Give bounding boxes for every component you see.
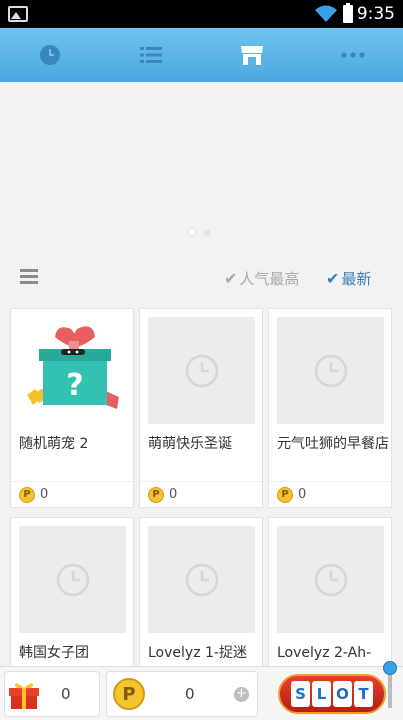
- battery-icon: [343, 3, 353, 23]
- clock-time: 9:35: [356, 4, 395, 24]
- slot-letter: T: [354, 681, 373, 707]
- item-price-value: 0: [298, 487, 307, 502]
- item-thumbnail: [19, 526, 126, 633]
- slot-letter: L: [312, 681, 331, 707]
- add-coins-icon[interactable]: +: [234, 687, 249, 702]
- tab-more[interactable]: [302, 28, 403, 82]
- item-name: Lovelyz 1-捉迷: [148, 645, 247, 661]
- tab-store[interactable]: [202, 28, 303, 82]
- clock-placeholder-icon: [185, 354, 218, 387]
- gift-counter[interactable]: 0: [4, 671, 100, 717]
- image-notification-icon: [8, 6, 28, 22]
- coin-icon: P: [19, 486, 35, 503]
- item-price-value: 0: [169, 487, 178, 502]
- wifi-icon: [315, 5, 337, 22]
- top-nav: [0, 28, 403, 82]
- coin-icon: P: [148, 486, 164, 503]
- tab-recent[interactable]: [0, 28, 101, 82]
- slot-button[interactable]: S L O T: [278, 674, 386, 714]
- gift-box-icon: [9, 683, 39, 709]
- coin-counter[interactable]: P 0 +: [106, 671, 258, 717]
- sort-latest[interactable]: ✔ 最新: [326, 268, 371, 289]
- item-thumbnail: [277, 526, 384, 633]
- sort-latest-label: 最新: [341, 270, 372, 288]
- list-icon: [140, 47, 163, 63]
- clock-placeholder-icon: [185, 563, 218, 596]
- menu-icon[interactable]: [20, 269, 38, 285]
- svg-text:?: ?: [66, 368, 83, 403]
- item-price: P 0: [11, 481, 133, 507]
- sort-popular-label: 人气最高: [239, 270, 300, 288]
- banner-carousel[interactable]: [0, 82, 403, 248]
- coin-icon: P: [113, 678, 145, 710]
- item-name: Lovelyz 2-Ah-: [277, 645, 372, 661]
- item-name: 元气吐狮的早餐店: [277, 436, 389, 452]
- filter-bar: ✔ 人气最高 ✔ 最新: [0, 258, 403, 298]
- mystery-gift-icon: ?: [26, 325, 119, 409]
- slot-letter: O: [333, 681, 352, 707]
- item-thumbnail: [148, 317, 255, 424]
- carousel-dot: [204, 229, 211, 236]
- clock-placeholder-icon: [56, 563, 89, 596]
- item-thumbnail: [148, 526, 255, 633]
- more-icon: [341, 52, 365, 58]
- clock-placeholder-icon: [314, 563, 347, 596]
- store-icon: [240, 46, 263, 65]
- check-icon: ✔: [326, 269, 340, 288]
- clock-placeholder-icon: [314, 354, 347, 387]
- item-price: P 0: [140, 481, 262, 507]
- item-name: 韩国女子团: [19, 645, 89, 661]
- coin-count: 0: [185, 685, 195, 703]
- item-card[interactable]: ? 随机萌宠 2 P 0: [10, 308, 134, 508]
- slot-letter: S: [291, 681, 310, 707]
- item-price: P 0: [269, 481, 391, 507]
- coin-icon: P: [277, 486, 293, 503]
- status-bar: 9:35: [0, 0, 403, 28]
- tab-list[interactable]: [101, 28, 202, 82]
- check-icon: ✔: [224, 269, 238, 288]
- item-card[interactable]: 元气吐狮的早餐店 P 0: [268, 308, 392, 508]
- carousel-dot-active: [188, 228, 196, 236]
- item-card[interactable]: 萌萌快乐圣诞 P 0: [139, 308, 263, 508]
- item-price-value: 0: [40, 487, 49, 502]
- item-name: 随机萌宠 2: [19, 436, 89, 452]
- item-thumbnail: ?: [19, 317, 126, 424]
- gift-count: 0: [61, 685, 71, 703]
- sort-popular[interactable]: ✔ 人气最高: [224, 268, 299, 289]
- item-name: 萌萌快乐圣诞: [148, 436, 232, 452]
- item-thumbnail: [277, 317, 384, 424]
- clock-icon: [40, 45, 61, 65]
- slot-lever-knob[interactable]: [383, 661, 397, 675]
